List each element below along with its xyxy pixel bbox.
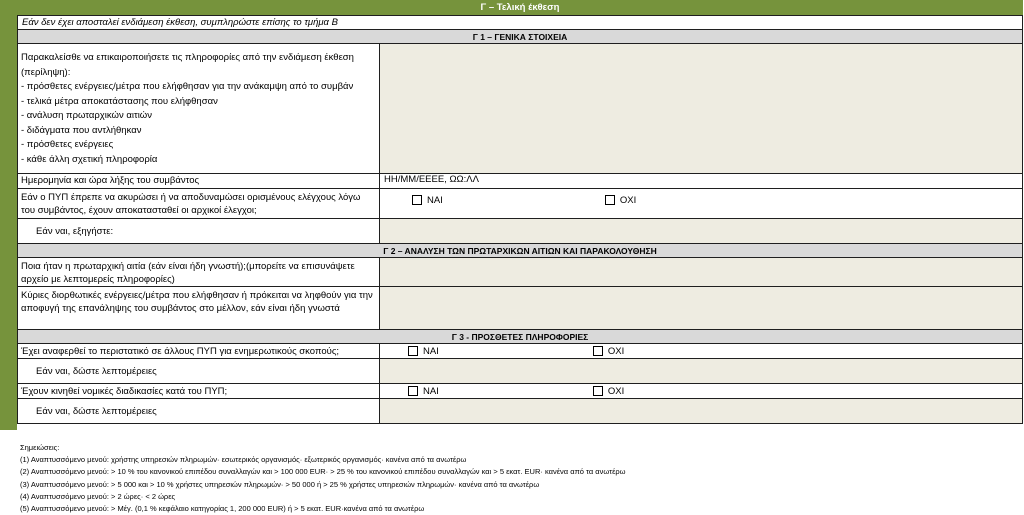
reported-no-option[interactable]: ΟΧΙ <box>592 345 625 357</box>
checkbox-icon[interactable] <box>408 386 418 396</box>
legal-no-option[interactable]: ΟΧΙ <box>592 385 625 397</box>
form-title: Γ – Τελική έκθεση <box>17 0 1023 15</box>
reported-details-row: Εάν ναι, δώστε λεπτομέρειες <box>17 359 1023 384</box>
update-item: - τελικά μέτρα αποκατάστασης που ελήφθησ… <box>21 95 218 107</box>
checkbox-icon[interactable] <box>412 195 422 205</box>
reported-details-input[interactable] <box>380 359 1022 383</box>
legal-yes-option[interactable]: ΝΑΙ <box>408 386 439 397</box>
reported-details-label: Εάν ναι, δώστε λεπτομέρειες <box>18 359 380 383</box>
legal-row: Έχουν κινηθεί νομικές διαδικασίες κατά τ… <box>17 384 1023 399</box>
footnotes: Σημειώσεις: (1) Αναπτυσσόμενο μενού: χρή… <box>20 442 626 515</box>
root-cause-label: Ποια ήταν η πρωταρχική αιτία (εάν είναι … <box>18 258 380 286</box>
corrective-label: Κύριες διορθωτικές ενέργειες/μέτρα που ε… <box>18 287 380 329</box>
footnotes-heading: Σημειώσεις: <box>20 443 60 452</box>
reported-row: Έχει αναφερθεί το περιστατικό σε άλλους … <box>17 344 1023 359</box>
section-g3-header: Γ 3 - ΠΡΟΣΘΕΤΕΣ ΠΛΗΡΟΦΟΡΙΕΣ <box>17 330 1023 344</box>
explain-input[interactable] <box>380 219 1022 243</box>
reported-label: Έχει αναφερθεί το περιστατικό σε άλλους … <box>18 344 380 358</box>
update-intro-text: Παρακαλείσθε να επικαιροποιήσετε τις πλη… <box>21 52 354 78</box>
end-date-input[interactable]: ΗΗ/ΜΜ/ΕΕΕΕ, ΩΩ:ΛΛ <box>380 174 1022 188</box>
explain-row: Εάν ναι, εξηγήστε: <box>17 219 1023 244</box>
explain-label: Εάν ναι, εξηγήστε: <box>18 219 380 243</box>
controls-restored-options: ΝΑΙ ΟΧΙ <box>380 189 1022 218</box>
no-label: ΟΧΙ <box>607 385 625 397</box>
checkbox-icon[interactable] <box>592 386 603 396</box>
section-g1-header: Γ 1 – ΓΕΝΙΚΑ ΣΤΟΙΧΕΙΑ <box>17 30 1023 44</box>
update-item: - ανάλυση πρωταρχικών αιτιών <box>21 110 152 121</box>
checkbox-icon[interactable] <box>408 346 418 356</box>
update-item: - διδάγματα που αντλήθηκαν <box>21 124 142 136</box>
checkbox-icon[interactable] <box>592 346 603 356</box>
footnote-item: (4) Αναπτυσσόμενο μενού: > 2 ώρες· < 2 ώ… <box>20 491 176 501</box>
final-report-form: Γ – Τελική έκθεση Εάν δεν έχει αποσταλεί… <box>17 0 1023 424</box>
legal-details-input[interactable] <box>380 399 1022 423</box>
yes-label: ΝΑΙ <box>423 385 439 397</box>
end-date-label: Ημερομηνία και ώρα λήξης του συμβάντος <box>18 174 380 188</box>
legal-options: ΝΑΙ ΟΧΙ <box>380 384 1022 398</box>
legal-details-label: Εάν ναι, δώστε λεπτομέρειες <box>18 399 380 423</box>
yes-label: ΝΑΙ <box>427 194 443 206</box>
update-item: - πρόσθετες ενέργειες/μέτρα που ελήφθησα… <box>21 81 354 92</box>
root-cause-input[interactable] <box>380 258 1022 286</box>
update-item: - κάθε άλλη σχετική πληροφορία <box>21 153 158 165</box>
no-label: ΟΧΙ <box>619 194 637 206</box>
form-title-text: Γ – Τελική έκθεση <box>480 2 560 13</box>
corrective-row: Κύριες διορθωτικές ενέργειες/μέτρα που ε… <box>17 287 1023 330</box>
end-date-row: Ημερομηνία και ώρα λήξης του συμβάντος Η… <box>17 174 1023 189</box>
legal-details-row: Εάν ναι, δώστε λεπτομέρειες <box>17 399 1023 424</box>
reported-options: ΝΑΙ ΟΧΙ <box>380 344 1022 358</box>
footnote-item: (3) Αναπτυσσόμενο μενού: > 5 000 και > 1… <box>20 479 540 489</box>
update-info-row: Παρακαλείσθε να επικαιροποιήσετε τις πλη… <box>17 44 1023 174</box>
controls-restored-label: Εάν ο ΠΥΠ έπρεπε να ακυρώσει ή να αποδυν… <box>18 189 380 218</box>
section-g2-header: Γ 2 – ΑΝΑΛΥΣΗ ΤΩΝ ΠΡΩΤΑΡΧΙΚΩΝ ΑΙΤΙΩΝ ΚΑΙ… <box>17 244 1023 258</box>
controls-restored-row: Εάν ο ΠΥΠ έπρεπε να ακυρώσει ή να αποδυν… <box>17 189 1023 219</box>
legal-label: Έχουν κινηθεί νομικές διαδικασίες κατά τ… <box>18 384 380 398</box>
top-note: Εάν δεν έχει αποσταλεί ενδιάμεση έκθεση,… <box>17 15 1023 30</box>
controls-no-option[interactable]: ΟΧΙ <box>604 194 637 206</box>
update-item: - πρόσθετες ενέργειες <box>21 139 114 150</box>
yes-label: ΝΑΙ <box>423 345 439 357</box>
root-cause-row: Ποια ήταν η πρωταρχική αιτία (εάν είναι … <box>17 258 1023 287</box>
footnote-item: (2) Αναπτυσσόμενο μενού: > 10 % του κανο… <box>20 467 626 477</box>
update-info-input[interactable] <box>380 44 1022 173</box>
corrective-input[interactable] <box>380 287 1022 329</box>
left-accent-bar <box>0 0 17 430</box>
update-info-label: Παρακαλείσθε να επικαιροποιήσετε τις πλη… <box>18 44 380 173</box>
no-label: ΟΧΙ <box>607 345 625 357</box>
controls-yes-option[interactable]: ΝΑΙ <box>412 195 443 206</box>
checkbox-icon[interactable] <box>604 195 615 205</box>
footnote-item: (1) Αναπτυσσόμενο μενού: χρήστης υπηρεσι… <box>20 455 467 465</box>
footnote-item: (5) Αναπτυσσόμενο μενού: > Μέγ. (0,1 % κ… <box>20 504 425 514</box>
reported-yes-option[interactable]: ΝΑΙ <box>408 346 439 357</box>
